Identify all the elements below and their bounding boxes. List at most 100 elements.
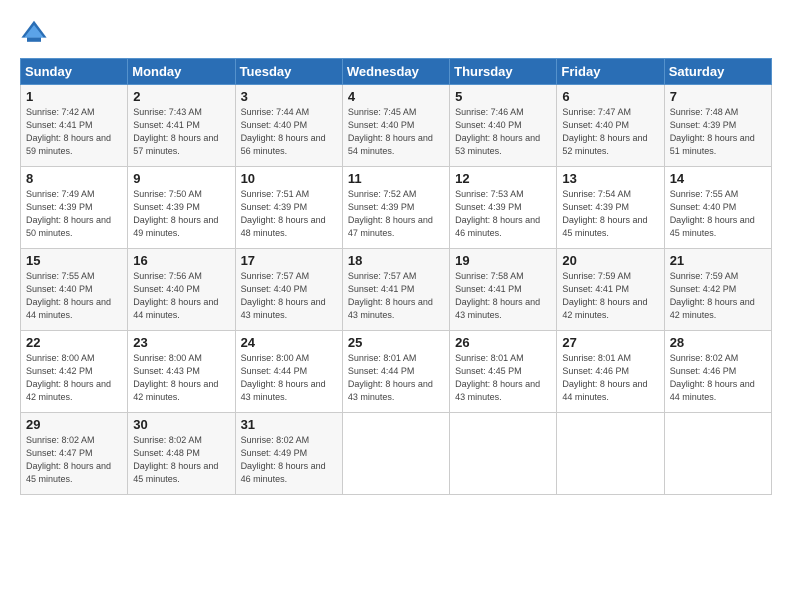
day-number: 10	[241, 171, 338, 186]
week-row-4: 22 Sunrise: 8:00 AMSunset: 4:42 PMDaylig…	[21, 331, 772, 413]
day-number: 8	[26, 171, 123, 186]
day-number: 19	[455, 253, 552, 268]
day-number: 6	[562, 89, 659, 104]
day-info: Sunrise: 8:00 AMSunset: 4:43 PMDaylight:…	[133, 353, 218, 402]
day-number: 22	[26, 335, 123, 350]
day-cell: 5 Sunrise: 7:46 AMSunset: 4:40 PMDayligh…	[450, 85, 557, 167]
day-cell	[342, 413, 449, 495]
weekday-header-sunday: Sunday	[21, 59, 128, 85]
week-row-3: 15 Sunrise: 7:55 AMSunset: 4:40 PMDaylig…	[21, 249, 772, 331]
day-number: 21	[670, 253, 767, 268]
day-info: Sunrise: 7:51 AMSunset: 4:39 PMDaylight:…	[241, 189, 326, 238]
day-cell: 4 Sunrise: 7:45 AMSunset: 4:40 PMDayligh…	[342, 85, 449, 167]
day-cell: 7 Sunrise: 7:48 AMSunset: 4:39 PMDayligh…	[664, 85, 771, 167]
weekday-header-tuesday: Tuesday	[235, 59, 342, 85]
day-cell: 25 Sunrise: 8:01 AMSunset: 4:44 PMDaylig…	[342, 331, 449, 413]
day-number: 30	[133, 417, 230, 432]
day-info: Sunrise: 7:59 AMSunset: 4:42 PMDaylight:…	[670, 271, 755, 320]
day-cell	[450, 413, 557, 495]
day-number: 27	[562, 335, 659, 350]
day-number: 16	[133, 253, 230, 268]
day-info: Sunrise: 7:49 AMSunset: 4:39 PMDaylight:…	[26, 189, 111, 238]
day-number: 9	[133, 171, 230, 186]
day-number: 24	[241, 335, 338, 350]
day-number: 7	[670, 89, 767, 104]
day-number: 14	[670, 171, 767, 186]
day-cell: 22 Sunrise: 8:00 AMSunset: 4:42 PMDaylig…	[21, 331, 128, 413]
day-cell: 17 Sunrise: 7:57 AMSunset: 4:40 PMDaylig…	[235, 249, 342, 331]
day-info: Sunrise: 7:44 AMSunset: 4:40 PMDaylight:…	[241, 107, 326, 156]
day-number: 2	[133, 89, 230, 104]
day-number: 23	[133, 335, 230, 350]
day-info: Sunrise: 8:02 AMSunset: 4:48 PMDaylight:…	[133, 435, 218, 484]
day-info: Sunrise: 8:02 AMSunset: 4:47 PMDaylight:…	[26, 435, 111, 484]
day-cell: 27 Sunrise: 8:01 AMSunset: 4:46 PMDaylig…	[557, 331, 664, 413]
day-info: Sunrise: 8:00 AMSunset: 4:44 PMDaylight:…	[241, 353, 326, 402]
day-cell: 9 Sunrise: 7:50 AMSunset: 4:39 PMDayligh…	[128, 167, 235, 249]
weekday-header-thursday: Thursday	[450, 59, 557, 85]
day-cell: 8 Sunrise: 7:49 AMSunset: 4:39 PMDayligh…	[21, 167, 128, 249]
logo	[20, 18, 52, 46]
day-cell: 23 Sunrise: 8:00 AMSunset: 4:43 PMDaylig…	[128, 331, 235, 413]
day-info: Sunrise: 7:52 AMSunset: 4:39 PMDaylight:…	[348, 189, 433, 238]
day-cell: 10 Sunrise: 7:51 AMSunset: 4:39 PMDaylig…	[235, 167, 342, 249]
day-cell: 16 Sunrise: 7:56 AMSunset: 4:40 PMDaylig…	[128, 249, 235, 331]
day-number: 11	[348, 171, 445, 186]
day-number: 5	[455, 89, 552, 104]
header	[20, 18, 772, 46]
weekday-header-wednesday: Wednesday	[342, 59, 449, 85]
day-cell: 12 Sunrise: 7:53 AMSunset: 4:39 PMDaylig…	[450, 167, 557, 249]
day-info: Sunrise: 7:48 AMSunset: 4:39 PMDaylight:…	[670, 107, 755, 156]
day-number: 3	[241, 89, 338, 104]
day-info: Sunrise: 7:53 AMSunset: 4:39 PMDaylight:…	[455, 189, 540, 238]
day-cell: 28 Sunrise: 8:02 AMSunset: 4:46 PMDaylig…	[664, 331, 771, 413]
day-cell: 20 Sunrise: 7:59 AMSunset: 4:41 PMDaylig…	[557, 249, 664, 331]
day-cell: 19 Sunrise: 7:58 AMSunset: 4:41 PMDaylig…	[450, 249, 557, 331]
day-cell: 14 Sunrise: 7:55 AMSunset: 4:40 PMDaylig…	[664, 167, 771, 249]
day-cell: 1 Sunrise: 7:42 AMSunset: 4:41 PMDayligh…	[21, 85, 128, 167]
day-number: 15	[26, 253, 123, 268]
day-cell: 3 Sunrise: 7:44 AMSunset: 4:40 PMDayligh…	[235, 85, 342, 167]
page: SundayMondayTuesdayWednesdayThursdayFrid…	[0, 0, 792, 505]
day-info: Sunrise: 8:02 AMSunset: 4:46 PMDaylight:…	[670, 353, 755, 402]
day-cell: 21 Sunrise: 7:59 AMSunset: 4:42 PMDaylig…	[664, 249, 771, 331]
day-number: 26	[455, 335, 552, 350]
day-info: Sunrise: 7:55 AMSunset: 4:40 PMDaylight:…	[26, 271, 111, 320]
weekday-header-monday: Monday	[128, 59, 235, 85]
day-info: Sunrise: 7:45 AMSunset: 4:40 PMDaylight:…	[348, 107, 433, 156]
day-info: Sunrise: 7:56 AMSunset: 4:40 PMDaylight:…	[133, 271, 218, 320]
day-number: 13	[562, 171, 659, 186]
day-number: 20	[562, 253, 659, 268]
day-cell: 13 Sunrise: 7:54 AMSunset: 4:39 PMDaylig…	[557, 167, 664, 249]
weekday-header-friday: Friday	[557, 59, 664, 85]
day-cell: 24 Sunrise: 8:00 AMSunset: 4:44 PMDaylig…	[235, 331, 342, 413]
week-row-1: 1 Sunrise: 7:42 AMSunset: 4:41 PMDayligh…	[21, 85, 772, 167]
day-cell	[557, 413, 664, 495]
week-row-5: 29 Sunrise: 8:02 AMSunset: 4:47 PMDaylig…	[21, 413, 772, 495]
day-info: Sunrise: 7:42 AMSunset: 4:41 PMDaylight:…	[26, 107, 111, 156]
day-cell: 29 Sunrise: 8:02 AMSunset: 4:47 PMDaylig…	[21, 413, 128, 495]
day-cell: 26 Sunrise: 8:01 AMSunset: 4:45 PMDaylig…	[450, 331, 557, 413]
day-info: Sunrise: 8:01 AMSunset: 4:45 PMDaylight:…	[455, 353, 540, 402]
day-number: 12	[455, 171, 552, 186]
day-number: 28	[670, 335, 767, 350]
day-number: 31	[241, 417, 338, 432]
day-info: Sunrise: 7:57 AMSunset: 4:40 PMDaylight:…	[241, 271, 326, 320]
day-info: Sunrise: 8:00 AMSunset: 4:42 PMDaylight:…	[26, 353, 111, 402]
day-info: Sunrise: 7:58 AMSunset: 4:41 PMDaylight:…	[455, 271, 540, 320]
day-number: 29	[26, 417, 123, 432]
weekday-header-saturday: Saturday	[664, 59, 771, 85]
day-cell: 11 Sunrise: 7:52 AMSunset: 4:39 PMDaylig…	[342, 167, 449, 249]
day-number: 4	[348, 89, 445, 104]
weekday-header-row: SundayMondayTuesdayWednesdayThursdayFrid…	[21, 59, 772, 85]
day-cell: 2 Sunrise: 7:43 AMSunset: 4:41 PMDayligh…	[128, 85, 235, 167]
day-info: Sunrise: 7:55 AMSunset: 4:40 PMDaylight:…	[670, 189, 755, 238]
day-info: Sunrise: 7:46 AMSunset: 4:40 PMDaylight:…	[455, 107, 540, 156]
day-cell: 31 Sunrise: 8:02 AMSunset: 4:49 PMDaylig…	[235, 413, 342, 495]
day-cell: 30 Sunrise: 8:02 AMSunset: 4:48 PMDaylig…	[128, 413, 235, 495]
calendar: SundayMondayTuesdayWednesdayThursdayFrid…	[20, 58, 772, 495]
day-info: Sunrise: 7:57 AMSunset: 4:41 PMDaylight:…	[348, 271, 433, 320]
day-info: Sunrise: 7:43 AMSunset: 4:41 PMDaylight:…	[133, 107, 218, 156]
week-row-2: 8 Sunrise: 7:49 AMSunset: 4:39 PMDayligh…	[21, 167, 772, 249]
day-info: Sunrise: 8:01 AMSunset: 4:46 PMDaylight:…	[562, 353, 647, 402]
